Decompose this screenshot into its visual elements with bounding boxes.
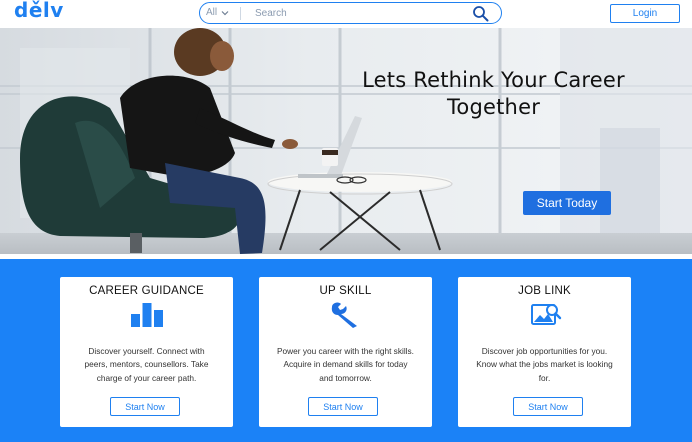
job-link-start-button[interactable]: Start Now [513, 397, 583, 416]
top-navbar: dělv All Login [0, 0, 692, 28]
search-scope-value: All [206, 7, 218, 18]
features-section: CAREER GUIDANCE Discover yourself. Conne… [0, 259, 692, 442]
search-icon [473, 6, 489, 22]
up-skill-start-button[interactable]: Start Now [308, 397, 378, 416]
hero-title-line2: Together [446, 95, 541, 119]
feature-card-career-guidance: CAREER GUIDANCE Discover yourself. Conne… [60, 277, 233, 427]
image-search-icon [531, 304, 562, 325]
feature-card-description: Discover job opportunities for you. Know… [476, 346, 613, 383]
login-button[interactable]: Login [610, 4, 680, 23]
hero-title: Lets Rethink Your Career Together [356, 67, 631, 121]
feature-card-title: UP SKILL [319, 285, 372, 297]
feature-card-description: Power you career with the right skills. … [277, 346, 414, 383]
start-today-button[interactable]: Start Today [523, 191, 611, 215]
search-button[interactable] [472, 5, 490, 22]
feature-card-description: Discover yourself. Connect with peers, m… [84, 346, 209, 383]
feature-card-up-skill: UP SKILL Power you career with the right… [259, 277, 432, 427]
hero-photo [0, 28, 692, 254]
search-bar: All [199, 2, 502, 24]
feature-card-title: JOB LINK [518, 285, 571, 297]
bar-chart-icon [131, 303, 163, 327]
chevron-down-icon [221, 10, 229, 15]
career-guidance-start-button[interactable]: Start Now [110, 397, 180, 416]
hero-banner: Lets Rethink Your Career Together Start … [0, 28, 692, 254]
logo-wordmark: dělv [14, 0, 64, 22]
search-divider [240, 7, 241, 20]
wrench-icon [331, 302, 357, 328]
hero-title-line1: Lets Rethink Your Career [362, 68, 625, 92]
delv-logo[interactable]: dělv [14, 0, 66, 27]
search-scope-dropdown[interactable]: All [206, 7, 229, 18]
search-input[interactable] [255, 7, 455, 20]
feature-card-title: CAREER GUIDANCE [89, 285, 204, 297]
feature-card-job-link: JOB LINK Discover job opportunities for … [458, 277, 631, 427]
